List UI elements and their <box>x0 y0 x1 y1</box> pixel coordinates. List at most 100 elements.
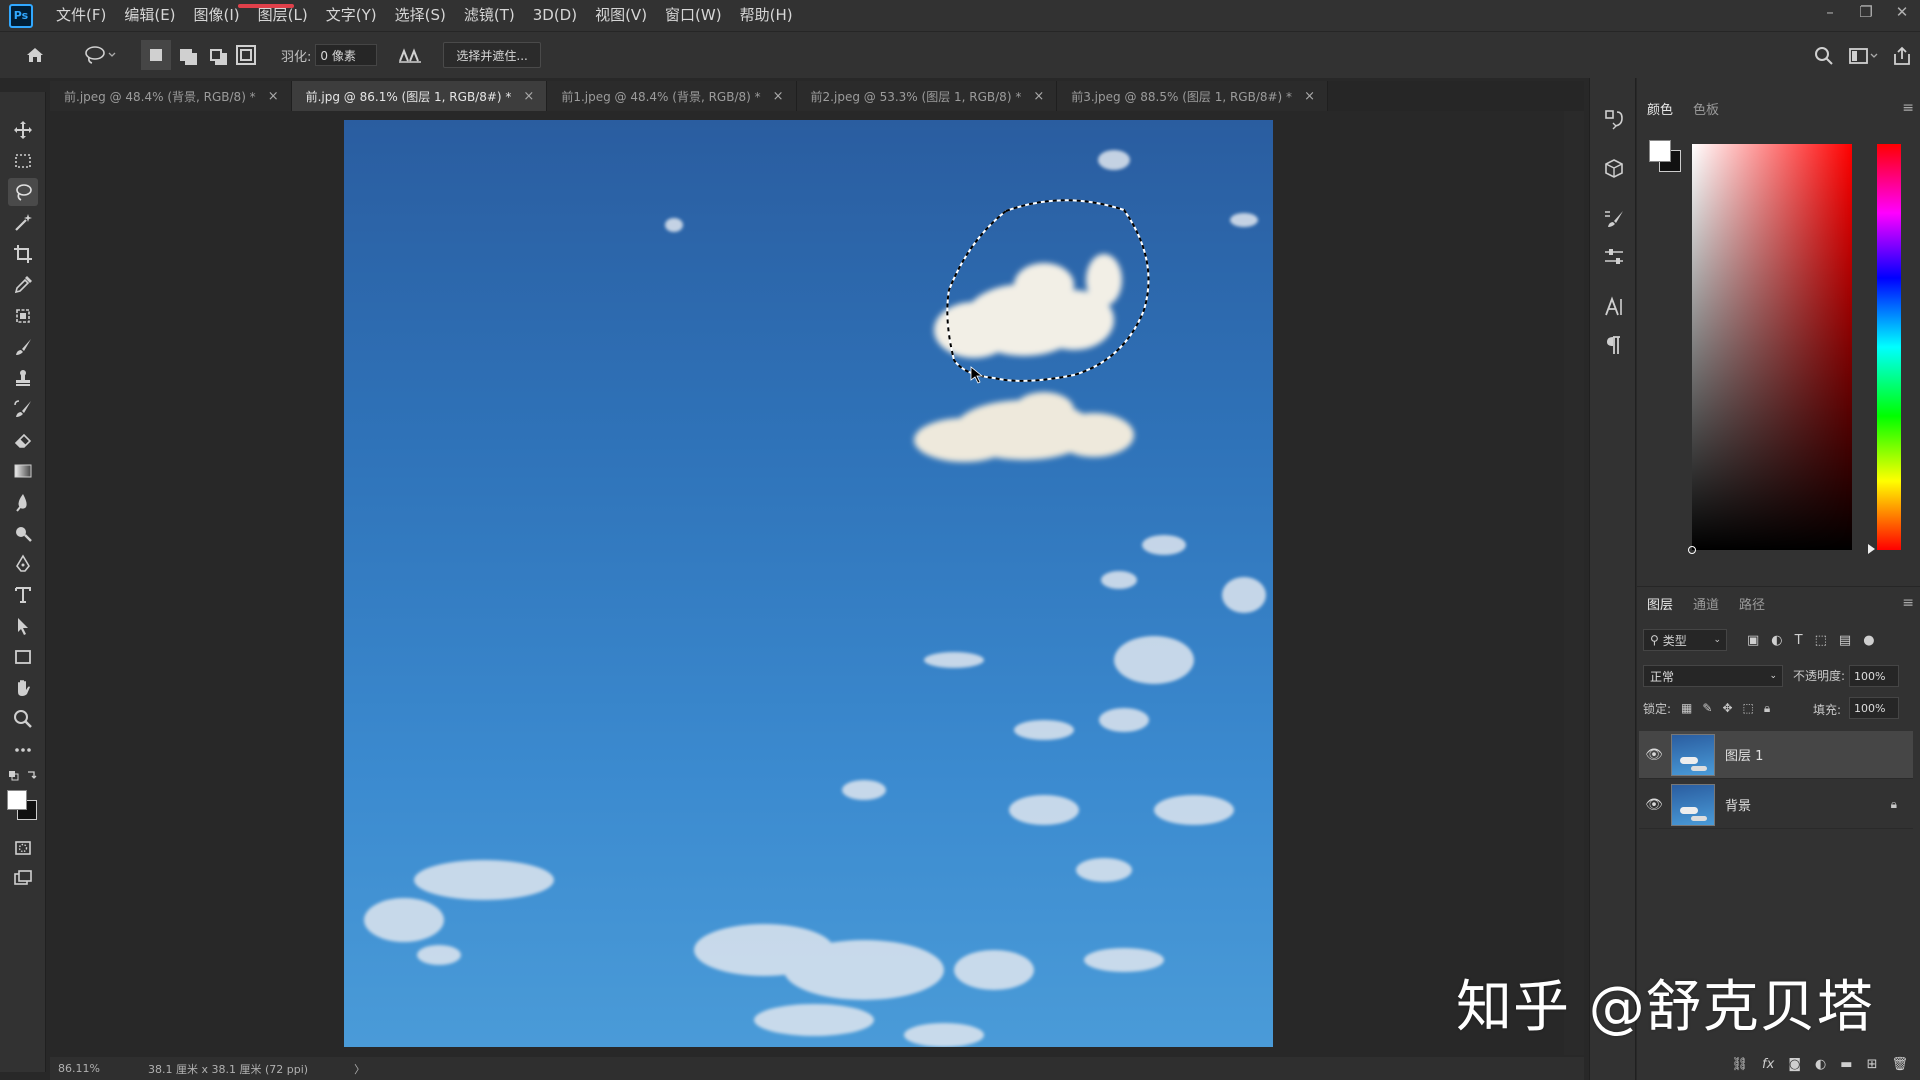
crop-tool-icon[interactable] <box>8 240 38 268</box>
zoom-tool-icon[interactable] <box>8 705 38 733</box>
filter-type-icon[interactable]: T <box>1795 633 1803 648</box>
frame-tool-icon[interactable] <box>8 302 38 330</box>
history-panel-icon[interactable] <box>1601 106 1627 132</box>
tab-paths[interactable]: 路径 <box>1739 594 1765 613</box>
paragraph-panel-icon[interactable] <box>1601 332 1627 358</box>
new-selection-button[interactable] <box>141 40 171 70</box>
zoom-level[interactable]: 86.11% <box>50 1062 138 1075</box>
quick-mask-icon[interactable] <box>8 834 38 862</box>
subtract-selection-button[interactable] <box>201 40 231 70</box>
hue-slider[interactable] <box>1877 144 1901 550</box>
lasso-tool-icon[interactable] <box>8 178 38 206</box>
character-panel-icon[interactable] <box>1601 294 1627 320</box>
canvas-scrollbar[interactable] <box>1564 111 1584 1055</box>
menu-view[interactable]: 视图(V) <box>586 0 656 31</box>
tab-document-3[interactable]: 前1.jpeg @ 48.4% (背景, RGB/8) * × <box>547 81 797 111</box>
lock-position-icon[interactable]: ✥ <box>1722 701 1732 715</box>
screen-mode-icon[interactable] <box>8 865 38 893</box>
tab-close-icon[interactable]: × <box>1304 89 1315 104</box>
hand-tool-icon[interactable] <box>8 674 38 702</box>
eye-icon[interactable]: 👁︎ <box>1639 747 1669 763</box>
foreground-color-swatch[interactable] <box>7 790 27 810</box>
canvas-area[interactable] <box>50 111 1584 1055</box>
marquee-tool-icon[interactable] <box>8 147 38 175</box>
filter-toggle-icon[interactable]: ● <box>1863 633 1874 648</box>
document-canvas[interactable] <box>344 120 1273 1047</box>
lasso-preset-icon[interactable] <box>77 40 125 70</box>
tab-layers[interactable]: 图层 <box>1647 594 1673 613</box>
tab-color[interactable]: 颜色 <box>1647 99 1673 118</box>
menu-filter[interactable]: 滤镜(T) <box>455 0 524 31</box>
select-and-mask-button[interactable]: 选择并遮住... <box>443 42 541 68</box>
color-picker-field[interactable] <box>1692 144 1852 550</box>
tab-swatches[interactable]: 色板 <box>1693 99 1719 118</box>
menu-window[interactable]: 窗口(W) <box>656 0 731 31</box>
new-group-icon[interactable]: ▬ <box>1840 1057 1852 1072</box>
adjustments-icon[interactable] <box>1601 244 1627 270</box>
link-layers-icon[interactable]: ⛓ <box>1732 1057 1749 1072</box>
lock-pixels-icon[interactable]: ✎ <box>1702 701 1712 715</box>
eye-icon[interactable]: 👁︎ <box>1639 797 1669 813</box>
eraser-tool-icon[interactable] <box>8 426 38 454</box>
menu-select[interactable]: 选择(S) <box>386 0 455 31</box>
layer-filter-dropdown[interactable]: ⚲ 类型 ⌄ <box>1643 629 1727 651</box>
dodge-tool-icon[interactable] <box>8 519 38 547</box>
feather-input[interactable] <box>315 44 378 66</box>
tab-document-2[interactable]: 前.jpg @ 86.1% (图层 1, RGB/8#) * × <box>291 81 548 111</box>
foreground-swatch[interactable] <box>1649 140 1671 162</box>
tab-document-1[interactable]: 前.jpeg @ 48.4% (背景, RGB/8) * × <box>50 81 292 111</box>
type-tool-icon[interactable] <box>8 581 38 609</box>
lock-all-icon[interactable]: 🔒︎ <box>1764 701 1770 716</box>
intersect-selection-button[interactable] <box>231 40 261 70</box>
brush-settings-icon[interactable] <box>1601 206 1627 232</box>
layer-row[interactable]: 👁︎ 背景 🔒︎ <box>1639 781 1913 829</box>
search-icon[interactable] <box>1814 41 1834 71</box>
menu-3d[interactable]: 3D(D) <box>524 0 586 31</box>
tab-document-4[interactable]: 前2.jpeg @ 53.3% (图层 1, RGB/8) * × <box>796 81 1058 111</box>
path-select-tool-icon[interactable] <box>8 612 38 640</box>
move-tool-icon[interactable] <box>8 116 38 144</box>
menu-edit[interactable]: 编辑(E) <box>115 0 184 31</box>
delete-layer-icon[interactable]: 🗑︎ <box>1891 1057 1908 1072</box>
new-adjustment-icon[interactable]: ◐ <box>1815 1057 1826 1072</box>
tab-close-icon[interactable]: × <box>773 89 784 104</box>
close-window-button[interactable]: ✕ <box>1884 0 1920 24</box>
add-selection-button[interactable] <box>171 40 201 70</box>
share-icon[interactable] <box>1892 41 1912 71</box>
filter-pixel-icon[interactable]: ▣ <box>1747 633 1759 648</box>
more-tools-icon[interactable] <box>8 736 38 764</box>
brush-tool-icon[interactable] <box>8 333 38 361</box>
rectangle-tool-icon[interactable] <box>8 643 38 671</box>
magic-wand-tool-icon[interactable] <box>8 209 38 237</box>
opacity-input[interactable]: 100% <box>1849 665 1899 687</box>
panel-menu-icon[interactable]: ≡ <box>1902 595 1914 611</box>
add-mask-icon[interactable]: ◙ <box>1788 1057 1801 1072</box>
menu-help[interactable]: 帮助(H) <box>731 0 802 31</box>
panel-menu-icon[interactable]: ≡ <box>1902 100 1914 116</box>
lock-transparent-icon[interactable]: ▦ <box>1681 701 1692 715</box>
minimize-button[interactable]: – <box>1812 0 1848 24</box>
fill-input[interactable]: 100% <box>1849 697 1899 719</box>
anti-alias-icon[interactable] <box>395 40 425 70</box>
stamp-tool-icon[interactable] <box>8 364 38 392</box>
tab-close-icon[interactable]: × <box>1033 89 1044 104</box>
workspace-icon[interactable] <box>1848 41 1878 71</box>
menu-file[interactable]: 文件(F) <box>47 0 115 31</box>
layer-row[interactable]: 👁︎ 图层 1 <box>1639 731 1913 779</box>
status-menu-arrow[interactable]: 〉 <box>354 1061 365 1077</box>
menu-type[interactable]: 文字(Y) <box>317 0 386 31</box>
pen-tool-icon[interactable] <box>8 550 38 578</box>
filter-adjustment-icon[interactable]: ◐ <box>1771 633 1782 648</box>
eyedropper-tool-icon[interactable] <box>8 271 38 299</box>
gradient-tool-icon[interactable] <box>8 457 38 485</box>
hue-slider-marker[interactable] <box>1868 544 1875 554</box>
tab-close-icon[interactable]: × <box>523 89 534 104</box>
restore-button[interactable]: ❐ <box>1848 0 1884 24</box>
blur-tool-icon[interactable] <box>8 488 38 516</box>
filter-shape-icon[interactable]: ⬚ <box>1815 633 1827 648</box>
history-brush-tool-icon[interactable] <box>8 395 38 423</box>
tab-channels[interactable]: 通道 <box>1693 594 1719 613</box>
layer-style-icon[interactable]: fx <box>1762 1057 1774 1072</box>
tab-close-icon[interactable]: × <box>268 89 279 104</box>
3d-panel-icon[interactable] <box>1601 156 1627 182</box>
